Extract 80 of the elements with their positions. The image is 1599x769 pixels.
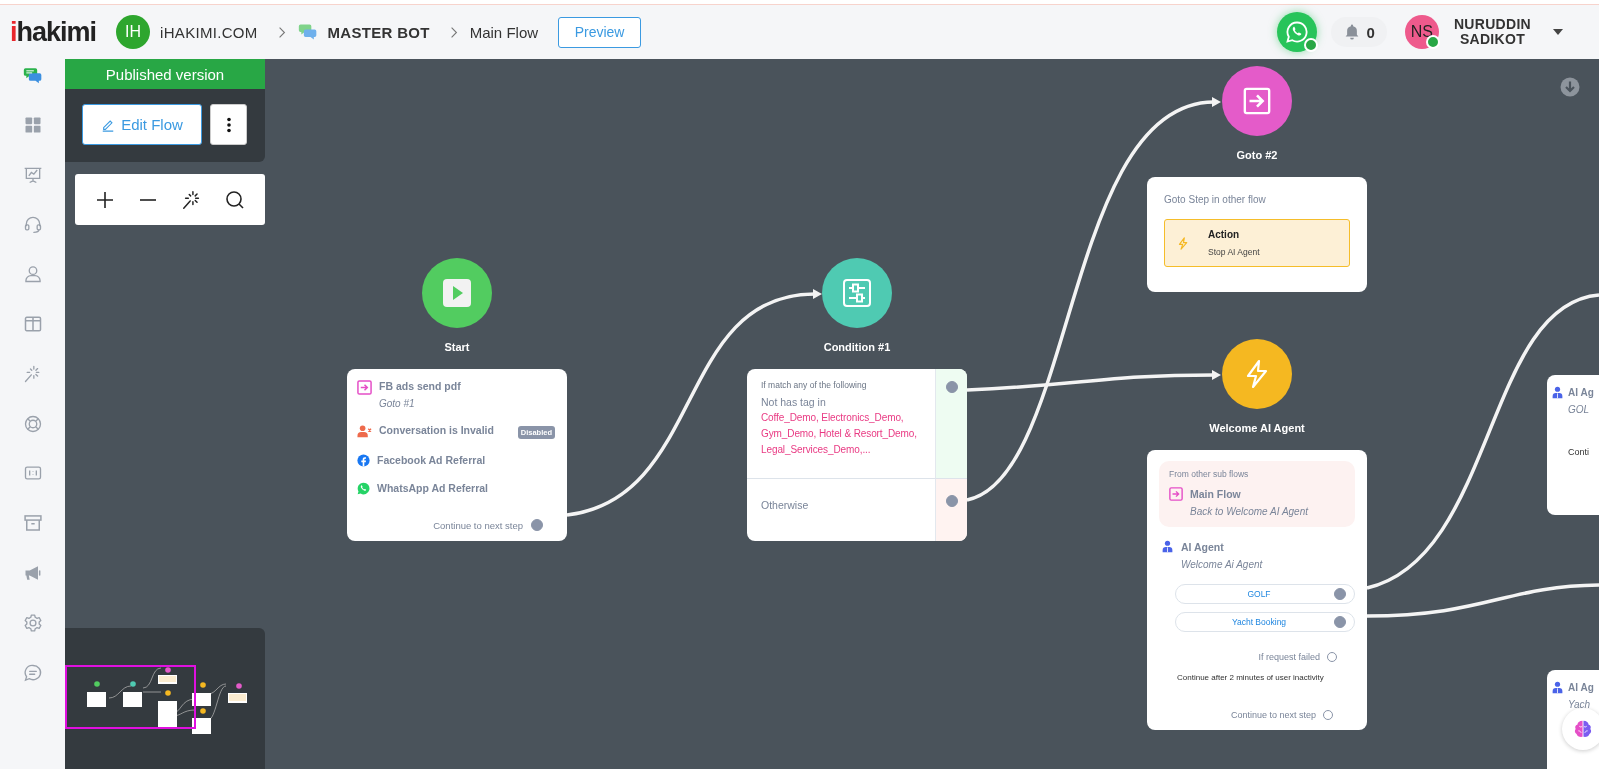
person-x-icon: [357, 424, 372, 439]
person-icon: [1551, 386, 1564, 399]
breadcrumb-link[interactable]: Main Flow: [469, 23, 539, 41]
sidebar-archive-icon[interactable]: [22, 513, 43, 534]
arrow-box-icon: [1242, 86, 1272, 116]
fallback-label: If request failed: [1258, 652, 1320, 662]
agent-title: AI Agent: [1181, 540, 1224, 553]
download-icon[interactable]: [1560, 77, 1580, 97]
pencil-icon: [101, 117, 116, 132]
node-label: Welcome AI Agent: [1209, 422, 1305, 434]
next-step-label: Continue to next step: [1230, 710, 1316, 720]
brain-icon: [1572, 718, 1594, 740]
sidebar-messages-icon[interactable]: [22, 662, 43, 683]
whatsapp-button[interactable]: [1276, 12, 1317, 52]
step-caption: Goto Step in other flow: [1164, 194, 1267, 205]
sliders-icon: [841, 277, 873, 309]
more-button[interactable]: [210, 104, 247, 145]
notifications-button[interactable]: 0: [1330, 17, 1387, 47]
sidebar-bots-icon[interactable]: [22, 65, 43, 85]
action-detail: Stop AI Agent: [1208, 247, 1260, 257]
play-icon: [441, 277, 473, 309]
node-label: Goto #2: [1236, 149, 1278, 161]
published-banner: Published version: [65, 59, 265, 89]
dots-icon: [226, 116, 231, 133]
sub-flow-subtitle: Back to Welcome AI Agent: [1190, 506, 1310, 517]
connector-dot[interactable]: [1334, 616, 1346, 628]
person-icon: [1161, 540, 1174, 553]
connector-dot[interactable]: [1323, 710, 1333, 720]
step-subtitle: Goto #1: [379, 398, 416, 409]
notification-count: 0: [1366, 23, 1375, 41]
sidebar-support-icon[interactable]: [22, 214, 43, 235]
condition-rule: Not has tag in: [761, 396, 827, 408]
whatsapp-icon: [1284, 20, 1309, 44]
agent-title: AI Ag: [1568, 682, 1594, 693]
chevron-icon: [449, 25, 458, 39]
step-title: WhatsApp Ad Referral: [377, 482, 490, 494]
chat-bubbles-icon: [297, 22, 318, 42]
action-title: Action: [1208, 229, 1241, 240]
breadcrumb-link[interactable]: MASTER BOT: [327, 23, 430, 41]
connector-dot[interactable]: [1334, 588, 1346, 600]
sidebar-settings-icon[interactable]: [22, 612, 43, 633]
minus-icon: [140, 198, 157, 201]
agent-subtitle: GOL: [1568, 404, 1591, 415]
tag-list: Coffe_Demo, Electronics_Demo, Gym_Demo, Hotel & Resort_Demo, Legal_Services_Demo,...: [761, 410, 933, 458]
caret-icon[interactable]: [1553, 29, 1563, 35]
arrow-box-icon: [1169, 487, 1183, 501]
sidebar-help-icon[interactable]: [22, 413, 43, 434]
connector-dot[interactable]: [1327, 652, 1337, 662]
sub-flow-caption: From other sub flows: [1169, 469, 1250, 479]
agent-title: AI Ag: [1568, 387, 1594, 398]
user-avatar[interactable]: NS: [1404, 15, 1439, 49]
connector-dot[interactable]: [531, 519, 543, 531]
sidebar-columns-icon[interactable]: [22, 314, 43, 334]
person-icon: [1551, 681, 1564, 694]
condition-caption: If match any of the following: [761, 380, 868, 390]
next-step-label: Continue to next step: [433, 519, 523, 531]
lightning-icon: [1177, 236, 1190, 250]
agent-subtitle: Welcome Ai Agent: [1181, 559, 1264, 570]
next-step-label: Conti: [1568, 447, 1590, 457]
arrow-box-icon: [357, 380, 372, 395]
step-title: Conversation is Invalid: [379, 424, 495, 436]
inactivity-note: Continue after 2 minutes of user inactivity: [1177, 673, 1325, 682]
facebook-icon: [357, 454, 370, 467]
option-button[interactable]: GOLF: [1175, 584, 1355, 604]
sidebar-contacts-icon[interactable]: [22, 264, 43, 285]
node-label: Start: [444, 341, 470, 353]
logo[interactable]: ihakimi: [10, 16, 97, 48]
connector-dot[interactable]: [945, 495, 958, 507]
otherwise-label: Otherwise: [761, 499, 809, 511]
node-label: Condition #1: [823, 341, 891, 353]
option-button[interactable]: Yacht Booking: [1175, 612, 1355, 632]
step-title: FB ads send pdf: [379, 380, 462, 392]
workspace-name[interactable]: iHAKIMI.COM: [160, 23, 258, 41]
connector-dot[interactable]: [945, 381, 958, 393]
sub-flow-title: Main Flow: [1190, 488, 1241, 500]
chevron-icon: [277, 25, 286, 39]
whatsapp-icon: [357, 482, 370, 495]
user-name[interactable]: NURUDDIN SADIKOT: [1453, 17, 1531, 47]
step-title: Facebook Ad Referral: [377, 454, 487, 466]
agent-subtitle: Yach: [1568, 699, 1592, 710]
